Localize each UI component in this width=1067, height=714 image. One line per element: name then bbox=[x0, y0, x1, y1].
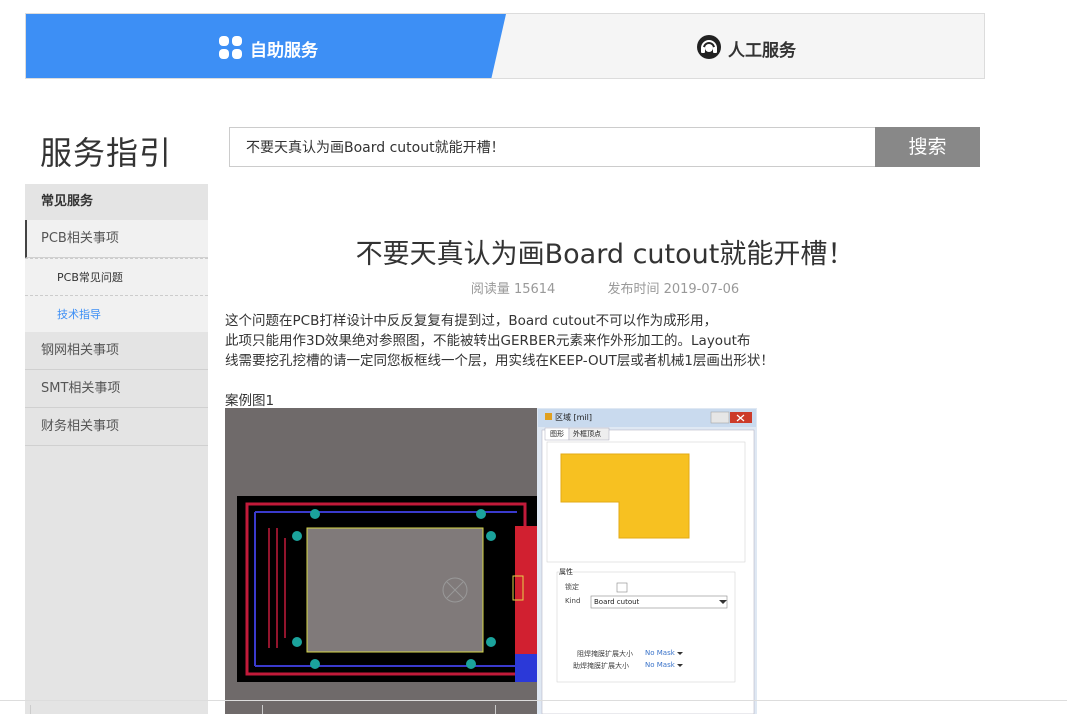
sidebar-item-stencil[interactable]: 钢网相关事项 bbox=[25, 332, 208, 370]
dialog-props-label: 属性 bbox=[559, 567, 573, 577]
dialog-tab-shape[interactable]: 图形 bbox=[550, 429, 564, 439]
bottom-divider bbox=[0, 700, 1067, 701]
dialog-solder-value[interactable]: No Mask bbox=[645, 649, 675, 657]
tab-self-service-label: 自助服务 bbox=[250, 41, 318, 61]
dialog-kind-label: Kind bbox=[565, 597, 581, 605]
grid-icon bbox=[219, 36, 242, 59]
article-body: 这个问题在PCB打样设计中反反复复有提到过，Board cutout不可以作为成… bbox=[225, 311, 985, 371]
article-line: 这个问题在PCB打样设计中反反复复有提到过，Board cutout不可以作为成… bbox=[225, 313, 718, 329]
divider-tick bbox=[495, 705, 496, 714]
search-button[interactable]: 搜索 bbox=[875, 127, 980, 167]
sidebar-item-smt[interactable]: SMT相关事项 bbox=[25, 370, 208, 408]
pcb-figure-image bbox=[237, 408, 757, 714]
divider-tick bbox=[262, 705, 263, 714]
sidebar-item-pcb[interactable]: PCB相关事项 bbox=[25, 220, 208, 258]
divider-tick bbox=[30, 705, 31, 714]
publish-date: 发布时间 2019-07-06 bbox=[607, 282, 740, 297]
read-count: 阅读量 15614 bbox=[470, 282, 556, 297]
headset-icon bbox=[697, 35, 721, 59]
article-line: 线需要挖孔挖槽的请一定同您板框线一个层，用实线在KEEP-OUT层或者机械1层画… bbox=[225, 353, 774, 369]
dialog-paste-label: 助焊掩膜扩展大小 bbox=[573, 662, 629, 670]
dialog-tab-outline[interactable]: 外框顶点 bbox=[573, 429, 601, 439]
figure-caption: 案例图1 bbox=[225, 393, 275, 409]
tab-self-service[interactable]: 自助服务 bbox=[26, 14, 506, 78]
article-meta: 阅读量 15614 发布时间 2019-07-06 bbox=[225, 278, 985, 297]
dialog-lock-label: 锁定 bbox=[565, 583, 579, 591]
sidebar-item-finance[interactable]: 财务相关事项 bbox=[25, 408, 208, 446]
tab-human-service-label: 人工服务 bbox=[728, 41, 796, 61]
article-line: 此项只能用作3D效果绝对参照图，不能被转出GERBER元素来作外形加工的。Lay… bbox=[225, 333, 751, 349]
page-title: 服务指引 bbox=[40, 134, 173, 172]
sidebar-subitem-pcb-faq[interactable]: PCB常见问题 bbox=[25, 258, 208, 295]
article-title: 不要天真认为画Board cutout就能开槽！ bbox=[355, 239, 855, 270]
article-figure: 区域 [mil] 图形 外框顶点 属性 锁定 Kind Board cutout… bbox=[225, 408, 757, 714]
service-tabs: 自助服务 人工服务 bbox=[25, 13, 985, 79]
dialog-paste-value[interactable]: No Mask bbox=[645, 661, 675, 669]
dialog-kind-select[interactable]: Board cutout bbox=[594, 598, 639, 606]
sidebar: 常见服务 PCB相关事项 PCB常见问题 技术指导 钢网相关事项 SMT相关事项… bbox=[25, 184, 208, 714]
sidebar-subitem-tech-guide[interactable]: 技术指导 bbox=[25, 295, 208, 332]
dialog-title: 区域 [mil] bbox=[555, 413, 593, 422]
page: 自助服务 人工服务 服务指引 常见服务 PCB相关事项 PCB常见问题 技术指导… bbox=[0, 0, 1067, 714]
dialog-solder-label: 阻焊掩膜扩展大小 bbox=[577, 650, 633, 658]
sidebar-heading: 常见服务 bbox=[25, 184, 208, 220]
search-input[interactable] bbox=[229, 127, 876, 167]
